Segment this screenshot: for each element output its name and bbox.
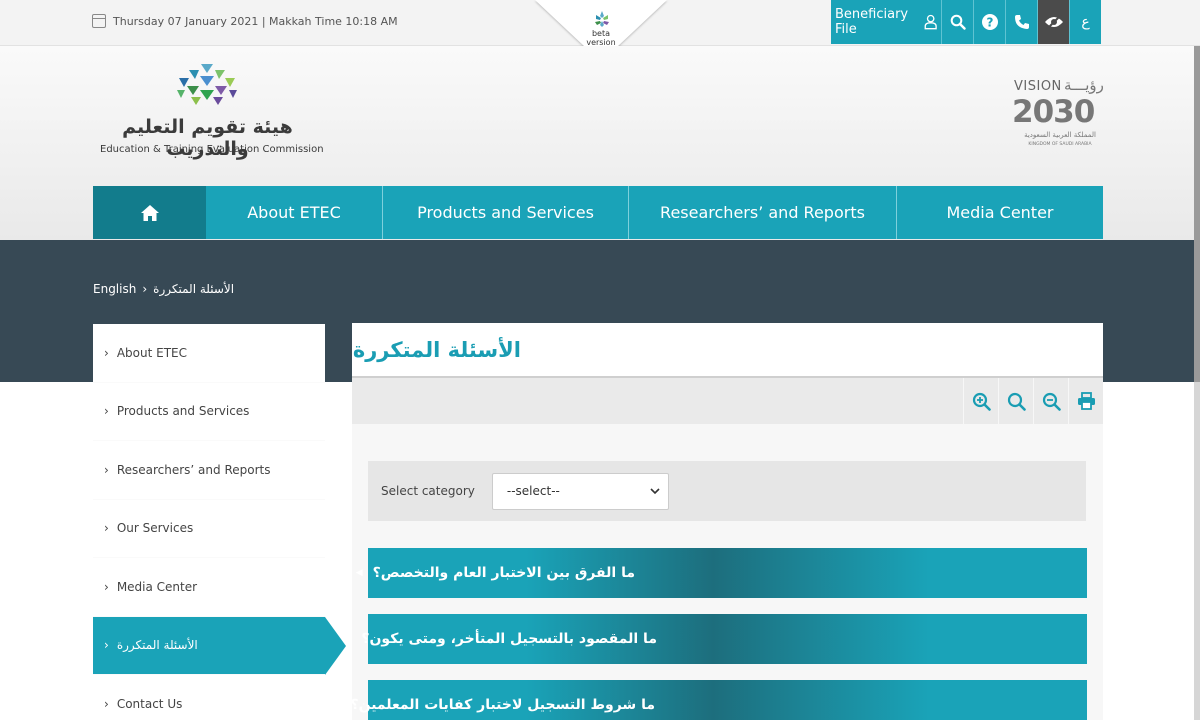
- search-icon: [950, 14, 966, 30]
- zoom-in-icon: [972, 392, 991, 411]
- chevron-right-icon: ›: [104, 345, 109, 360]
- category-select[interactable]: --select--: [491, 472, 669, 510]
- accessibility-button[interactable]: [1037, 0, 1069, 44]
- accessibility-eye-icon: [1044, 14, 1063, 30]
- chevron-right-icon: ›: [104, 462, 109, 477]
- vision-label-arabic: رؤيـــة: [1064, 76, 1104, 94]
- language-toggle-button[interactable]: ع: [1069, 0, 1101, 44]
- sidebar-item-contact-us[interactable]: › Contact Us: [93, 675, 325, 720]
- brand-name-english: Education & Training Evaluation Commissi…: [100, 144, 324, 155]
- chevron-right-icon: ›: [104, 404, 109, 419]
- text-tools-bar: [352, 378, 1103, 424]
- zoom-in-button[interactable]: [963, 378, 998, 424]
- category-select-value: --select--: [506, 484, 560, 498]
- sidebar-item-faq[interactable]: › الأسئلة المتكررة: [93, 616, 346, 675]
- zoom-reset-button[interactable]: [998, 378, 1033, 424]
- faq-question: ما المقصود بالتسجيل المتأخر، ومتى يكون؟: [361, 631, 657, 647]
- sidebar: › About ETEC › Products and Services › R…: [93, 324, 346, 720]
- sidebar-item-our-services[interactable]: › Our Services: [93, 499, 325, 558]
- sidebar-item-label: Our Services: [116, 521, 194, 536]
- search-button[interactable]: [941, 0, 973, 44]
- kingdom-arabic: المملكة العربية السعودية: [1024, 131, 1096, 139]
- help-button[interactable]: ?: [973, 0, 1005, 44]
- top-bar: Thursday 07 January 2021 | Makkah Time 1…: [0, 0, 1200, 62]
- sidebar-item-label: Media Center: [116, 579, 198, 594]
- content-panel: الأسئلة المتكررة Select category --selec…: [334, 323, 1103, 720]
- breadcrumb-root[interactable]: English: [93, 282, 136, 296]
- faq-item[interactable]: ما الفرق بين الاختبار العام والتخصص؟ ◀: [356, 548, 1087, 598]
- contact-phone-button[interactable]: [1005, 0, 1037, 44]
- chevron-right-icon: ›: [104, 579, 109, 594]
- scrollbar-thumb[interactable]: [1194, 46, 1200, 382]
- zoom-out-icon: [1042, 392, 1061, 411]
- print-button[interactable]: [1068, 378, 1103, 424]
- beta-label: beta: [591, 29, 611, 38]
- sidebar-item-label: Products and Services: [116, 404, 250, 419]
- phone-icon: [1014, 15, 1029, 29]
- page-scrollbar[interactable]: [1194, 46, 1200, 720]
- etec-mini-logo-icon: [595, 11, 609, 27]
- page-title: الأسئلة المتكررة: [352, 337, 521, 362]
- home-icon: [140, 204, 159, 221]
- chevron-right-icon: ›: [104, 696, 109, 711]
- breadcrumb: English › الأسئلة المتكررة: [93, 282, 234, 296]
- beneficiary-file-label: Beneficiary File: [835, 7, 909, 37]
- caret-down-icon: ▼: [333, 700, 341, 710]
- home-button[interactable]: [93, 186, 206, 239]
- faq-item[interactable]: ما المقصود بالتسجيل المتأخر، ومتى يكون؟ …: [344, 614, 1087, 664]
- help-icon: ?: [981, 14, 998, 30]
- zoom-reset-icon: [1007, 392, 1026, 411]
- sidebar-item-label: About ETEC: [116, 345, 187, 360]
- zoom-out-button[interactable]: [1033, 378, 1068, 424]
- print-icon: [1077, 392, 1095, 410]
- faq-item[interactable]: ما شروط التسجيل لاختبار كفايات المعلمين؟…: [334, 680, 1087, 720]
- etec-flower-logo-icon: [177, 64, 237, 105]
- date-text: Thursday 07 January 2021 | Makkah Time 1…: [113, 14, 398, 28]
- category-filter-label: Select category: [381, 484, 475, 498]
- faq-question: ما الفرق بين الاختبار العام والتخصص؟: [372, 565, 635, 581]
- breadcrumb-separator-icon: ›: [142, 282, 148, 296]
- nav-about-etec[interactable]: About ETEC: [206, 186, 382, 239]
- chevron-down-icon: [650, 487, 660, 494]
- chevron-right-icon: ›: [104, 638, 109, 653]
- breadcrumb-current: الأسئلة المتكررة: [153, 282, 235, 296]
- nav-products-services[interactable]: Products and Services: [382, 186, 628, 239]
- nav-media-center[interactable]: Media Center: [896, 186, 1103, 239]
- user-icon: [924, 14, 937, 30]
- sidebar-item-label: Contact Us: [116, 696, 183, 711]
- chevron-right-icon: ›: [104, 521, 109, 536]
- vision-year: 2030: [1012, 94, 1095, 130]
- faq-question: ما شروط التسجيل لاختبار كفايات المعلمين؟: [350, 697, 655, 713]
- vision-2030-logo: VISION رؤيـــة 2030 المملكة العربية السع…: [1008, 76, 1108, 156]
- sidebar-item-media-center[interactable]: › Media Center: [93, 558, 325, 617]
- vision-label: VISION: [1014, 79, 1062, 94]
- caret-left-icon: ◀: [355, 568, 363, 578]
- sidebar-item-products-services[interactable]: › Products and Services: [93, 382, 325, 441]
- sidebar-item-researchers-reports[interactable]: › Researchers’ and Reports: [93, 441, 325, 500]
- sidebar-item-label: الأسئلة المتكررة: [116, 638, 198, 653]
- date-display: Thursday 07 January 2021 | Makkah Time 1…: [92, 14, 398, 28]
- kingdom-english: KINGDOM OF SAUDI ARABIA: [1028, 142, 1092, 147]
- top-tools: Beneficiary File ? ع: [831, 0, 1101, 44]
- nav-researchers-reports[interactable]: Researchers’ and Reports: [628, 186, 896, 239]
- page-title-bar: الأسئلة المتكررة: [352, 323, 1103, 378]
- category-filter: Select category --select--: [368, 461, 1086, 521]
- sidebar-item-about-etec[interactable]: › About ETEC: [93, 324, 325, 383]
- sidebar-item-label: Researchers’ and Reports: [116, 462, 271, 477]
- calendar-icon: [92, 14, 106, 28]
- svg-text:?: ?: [986, 16, 993, 30]
- beneficiary-file-button[interactable]: Beneficiary File: [831, 0, 941, 44]
- caret-left-icon: ◀: [344, 634, 352, 644]
- language-toggle-label: ع: [1081, 14, 1090, 30]
- main-navigation: About ETEC Products and Services Researc…: [93, 186, 1103, 239]
